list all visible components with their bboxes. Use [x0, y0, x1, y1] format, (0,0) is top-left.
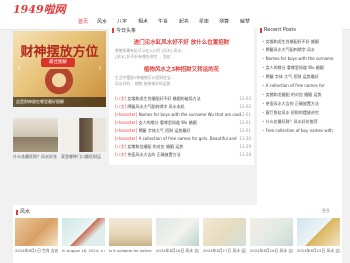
card-image	[15, 218, 58, 246]
news-title: Names for boys with the surname Wu that …	[138, 112, 241, 117]
news-row[interactable]: [character] 女人的缘分 看哪里知道 Wu 婚姻 12-01	[115, 120, 251, 127]
recent-item[interactable]: Free collection of boy names with	[262, 128, 340, 133]
news-row[interactable]: [八字] 牌匾风水大气配刺绣字 风水玄机 12-02	[115, 104, 251, 111]
thumb-card[interactable]: 家里哪种门口最旺财运	[61, 118, 106, 164]
thumb-caption: 家里哪种门口最旺财运	[61, 154, 101, 159]
fengshui-card[interactable]: 2024年8月15日 风水 吉凶	[297, 218, 340, 263]
god-of-wealth-image	[43, 69, 75, 97]
card-caption: 2024年8月16日 风水 吉凶	[250, 248, 293, 253]
card-image	[109, 218, 152, 246]
fengshui-card[interactable]: 2024年8月17日 风水 运势	[203, 218, 246, 263]
news-row[interactable]: [character] Names for boys with the surn…	[115, 112, 251, 119]
thumb-image	[13, 118, 58, 152]
fengshui-card[interactable]: In August 18, 2024, a suitable	[62, 218, 105, 263]
headline-1-summary-b: [风水] 好不好有哪些讲究 ... 鱼缸	[115, 54, 171, 59]
card-caption: Is it suitable for native people to	[109, 248, 152, 253]
news-date: 12-03	[239, 96, 251, 101]
headline-1[interactable]: 进门见水缸风水好不好 放什么位置招财	[109, 38, 254, 46]
headline-2[interactable]: 植物风水之3种招财又转运的花	[109, 65, 254, 73]
recent-item[interactable]: 客厅鱼缸风水 招财的摆放讲究	[262, 110, 340, 116]
news-tag: [character]	[115, 112, 138, 117]
news-row[interactable]: [八字] 茶壶风水大吉的 正确放置方法 11-28	[115, 152, 251, 159]
card-caption: 2024年8月1日 生肖 吉凶	[15, 248, 58, 253]
recent-item[interactable]: 女人的缘分 看哪里知道 Wu 婚姻	[262, 65, 340, 71]
today-headlines: 今日头条 进门见水缸风水好不好 放什么位置招财 养殖如果有缸可以在入口开 [风水…	[109, 23, 254, 165]
thumb-caption: 什么花最旺财？风水好花	[13, 154, 57, 159]
slider-badge: 最佳图解	[41, 58, 75, 67]
recent-item[interactable]: 茶壶风水大吉的 正确放置方法	[262, 101, 340, 107]
fengshui-card[interactable]: 2024年8月1日 生肖 吉凶	[15, 218, 58, 263]
section-marker	[112, 28, 114, 33]
news-tag: [八字]	[115, 104, 127, 109]
section-marker	[16, 210, 18, 215]
card-image	[203, 218, 246, 246]
slider-caption[interactable]: 这是财神放在哪里最好图解	[13, 97, 106, 107]
today-title: 今日头条	[116, 28, 137, 34]
recent-item[interactable]: 女猪和龙婚配 的对应 婚姻 运势	[262, 92, 340, 98]
news-title: 茶壶风水大吉的 正确放置方法	[127, 152, 181, 157]
card-caption: In August 18, 2024, a suitable	[62, 248, 105, 253]
card-image	[250, 218, 293, 246]
card-caption: 2024年8月17日 风水 运势	[203, 248, 246, 253]
news-title: 女猴和虎生肖婚配好不好 婚姻的破局方法	[127, 96, 201, 101]
section-marker	[260, 28, 262, 33]
card-caption: 2024年8月15日 风水 吉凶	[297, 248, 340, 253]
news-date: 11-30	[239, 136, 251, 141]
news-date: 12-01	[239, 128, 251, 133]
news-tag: [八字]	[115, 144, 127, 149]
nav-item-home[interactable]: 首页	[78, 18, 88, 25]
card-image	[156, 218, 199, 246]
news-date: 11-29	[239, 144, 251, 149]
headline-2-summary-b: 风水好的... 植物 能带来好的运势	[115, 81, 171, 86]
news-row[interactable]: [character] 牌匾 字体大气 招财 运势最好 12-01	[115, 128, 251, 135]
news-title: A collection of free names for girls. Be…	[138, 136, 237, 141]
fengshui-card[interactable]: 2024年8月18日 风水 吉凶	[156, 218, 199, 263]
news-title: 牌匾风水大气配刺绣字 风水玄机	[127, 104, 185, 109]
news-date: 12-01	[239, 120, 251, 125]
recent-title: Recent Posts	[264, 27, 296, 33]
recent-item[interactable]: 什么花最旺财？风水好花推荐	[262, 119, 340, 125]
news-tag: [character]	[115, 128, 138, 133]
nav-item-fengshui[interactable]: 风水	[97, 18, 107, 25]
fengshui-section: 风水 更多 2024年8月1日 生肖 吉凶 In August 18, 2024…	[13, 205, 342, 263]
thumb-image	[61, 118, 106, 152]
recent-item[interactable]: 牌匾 字体 大气 招财 运势最好	[262, 74, 340, 80]
fengshui-title: 风水	[20, 209, 31, 215]
hero-slider[interactable]: 财神摆放方位 最佳图解 ‹ › 这是财神放在哪里最好图解	[13, 31, 106, 107]
card-image	[62, 218, 105, 246]
recent-item[interactable]: 女猴和虎生肖婚配好不好 婚姻	[262, 39, 340, 45]
recent-item[interactable]: 牌匾风水大气配刺绣字 风水	[262, 47, 340, 53]
news-tag: [八字]	[115, 152, 127, 157]
thumb-list: 什么花最旺财？风水好花 家里哪种门口最旺财运	[13, 118, 106, 164]
slider-next-icon[interactable]: ›	[96, 63, 104, 73]
recent-item[interactable]: Names for boys with the surname	[262, 56, 340, 61]
top-bar: 1949啦网	[0, 0, 350, 16]
fengshui-card[interactable]: Is it suitable for native people to	[109, 218, 152, 263]
news-row[interactable]: [八字] 女猴和虎生肖婚配好不好 婚姻的破局方法 12-03	[115, 96, 251, 103]
news-row[interactable]: [character] A collection of free names f…	[115, 136, 251, 143]
recent-item[interactable]: A collection of free names for	[262, 83, 340, 88]
news-tag: [character]	[115, 120, 138, 125]
news-title: 牌匾 字体大气 招财 运势最好	[138, 128, 191, 133]
card-caption: 2024年8月18日 风水 吉凶	[156, 248, 199, 253]
fengshui-card[interactable]: 2024年8月16日 风水 吉凶	[250, 218, 293, 263]
news-row[interactable]: [八字] 女猪和龙婚配 的对应 婚姻 运势 11-29	[115, 144, 251, 151]
more-link[interactable]: 更多	[322, 208, 330, 214]
thumb-card[interactable]: 什么花最旺财？风水好花	[13, 118, 58, 164]
news-title: 女人的缘分 看哪里知道 Wu 婚姻	[138, 120, 197, 125]
news-title: 女猪和龙婚配 的对应 婚姻 运势	[127, 144, 184, 149]
news-tag: [character]	[115, 136, 138, 141]
news-tag: [八字]	[115, 96, 127, 101]
card-image	[297, 218, 340, 246]
news-date: 12-01	[239, 112, 251, 117]
news-date: 11-28	[239, 152, 251, 157]
news-date: 12-02	[239, 104, 251, 109]
slider-prev-icon[interactable]: ‹	[15, 63, 23, 73]
